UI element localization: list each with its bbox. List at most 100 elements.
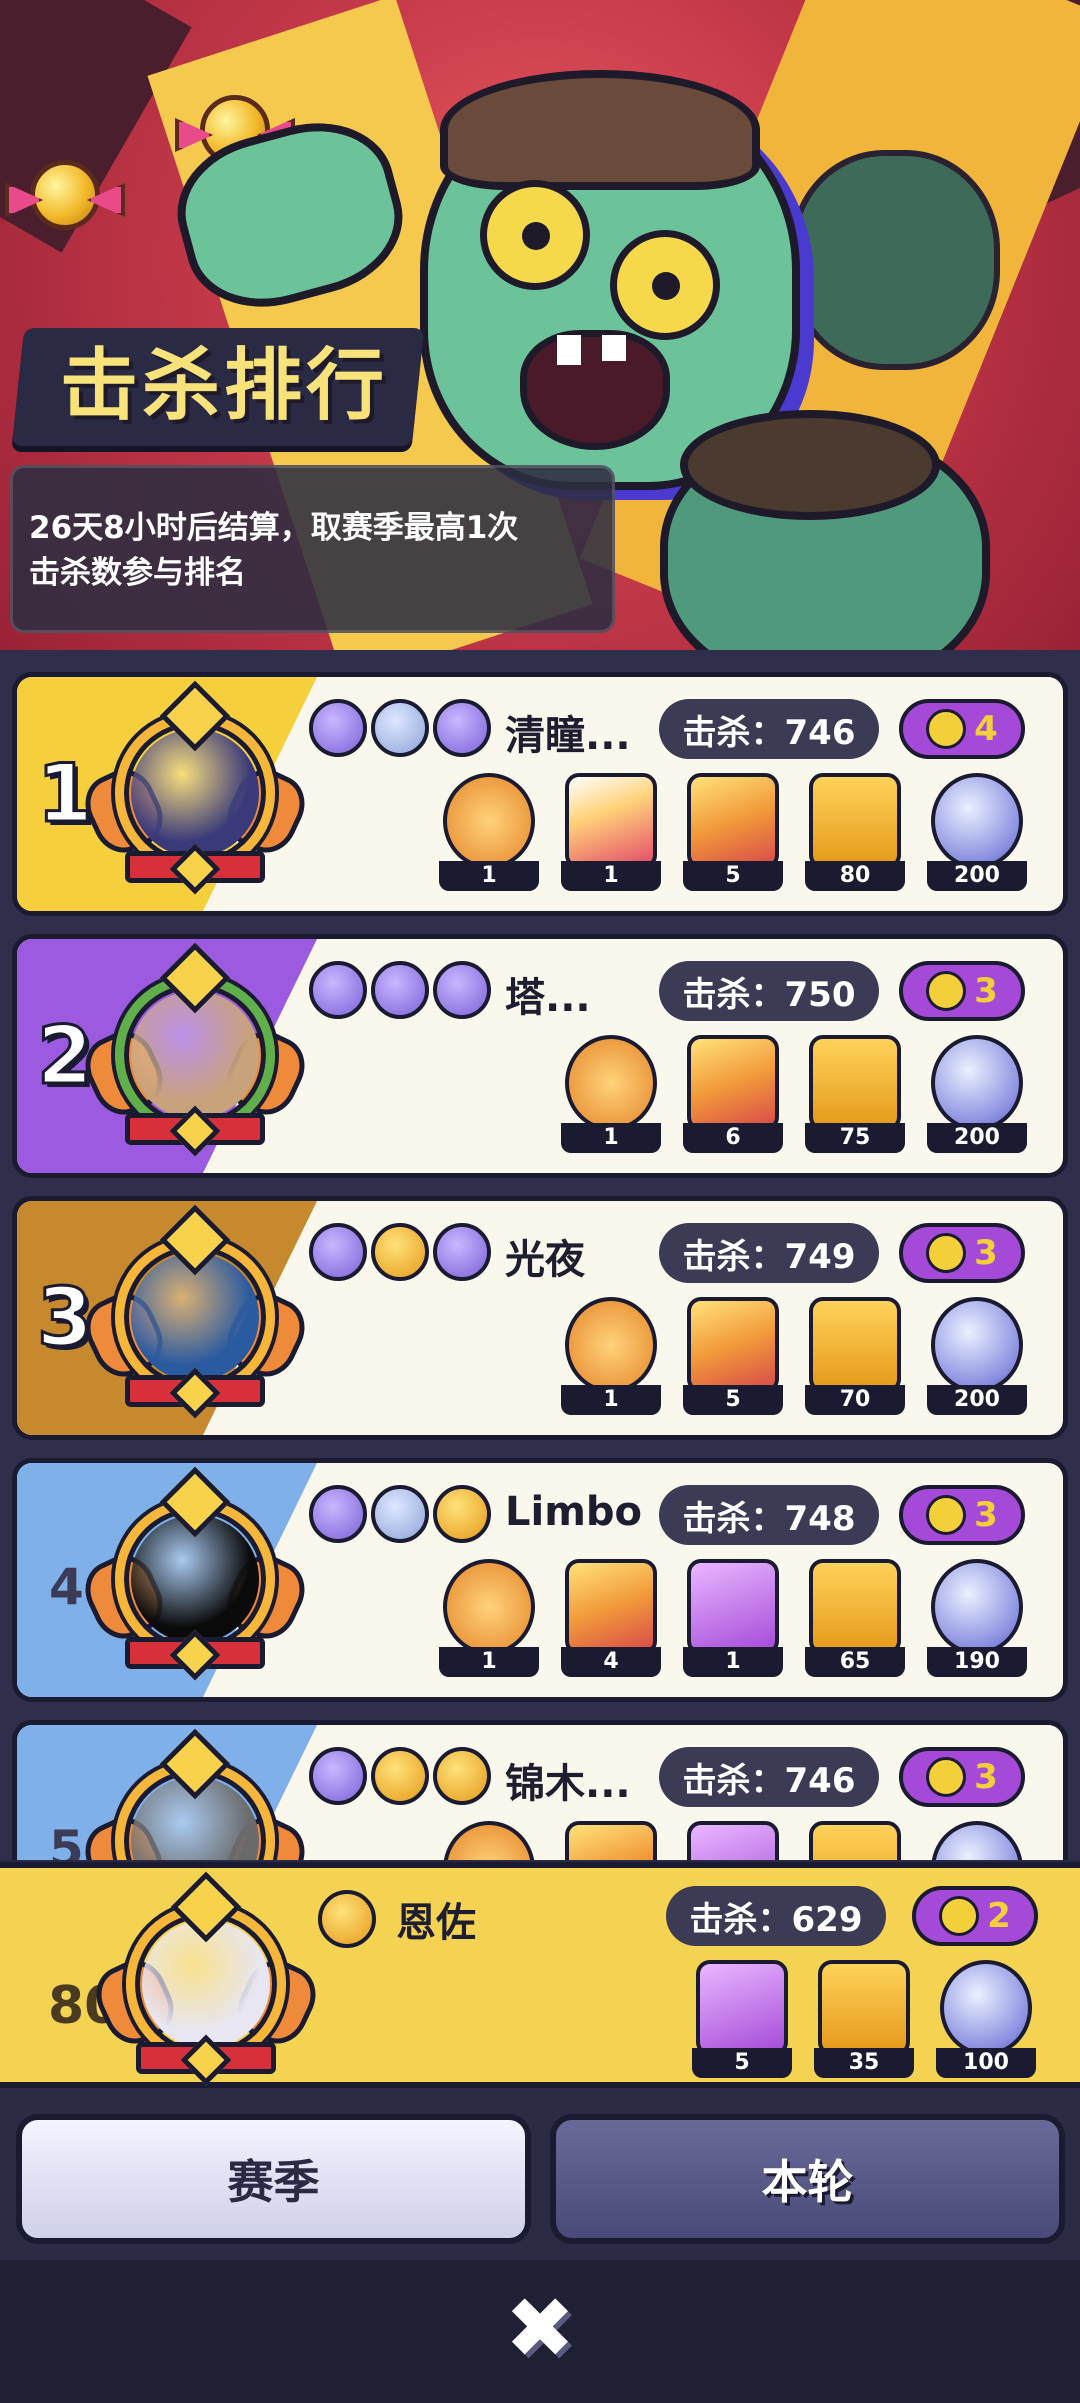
medal-icon[interactable] bbox=[433, 1747, 491, 1805]
tab-bar: 赛季 本轮 bbox=[0, 2094, 1080, 2260]
zombie-hair bbox=[680, 410, 940, 520]
ranking-row[interactable]: 1 清瞳... 击杀：746 4 1 1 5 80 200 bbox=[12, 672, 1068, 916]
avatar-frame[interactable] bbox=[86, 1871, 326, 2086]
reward-item[interactable]: 65 bbox=[805, 1559, 905, 1677]
skull-score-pill: 3 bbox=[899, 1223, 1025, 1283]
frame-icon bbox=[565, 1035, 657, 1131]
ranking-row[interactable]: 2 塔... 击杀：750 3 1 6 75 200 bbox=[12, 934, 1068, 1178]
skull-icon bbox=[939, 1896, 980, 1936]
kill-count: 击杀：749 bbox=[659, 1223, 879, 1283]
tab-season[interactable]: 赛季 bbox=[16, 2114, 531, 2244]
reward-item[interactable]: 35 bbox=[814, 1960, 914, 2078]
medal-icon[interactable] bbox=[318, 1890, 376, 1948]
medal-icon[interactable] bbox=[371, 1485, 429, 1543]
orb-icon bbox=[940, 1960, 1032, 2056]
medal-icon[interactable] bbox=[309, 1485, 367, 1543]
ranking-list[interactable]: 1 清瞳... 击杀：746 4 1 1 5 80 200 2 塔... 击杀：750 3 1 6 75 200… bbox=[0, 650, 1080, 1860]
reward-count: 75 bbox=[805, 1123, 905, 1153]
zombie-eye bbox=[610, 230, 720, 340]
kill-count: 击杀：746 bbox=[659, 1747, 879, 1807]
reward-item[interactable]: 1 bbox=[561, 1035, 661, 1153]
medal-icon[interactable] bbox=[371, 699, 429, 757]
reward-item[interactable] bbox=[805, 1821, 905, 1860]
reward-item[interactable] bbox=[561, 1821, 661, 1860]
reward-item[interactable]: 5 bbox=[683, 773, 783, 891]
reward-item[interactable]: 200 bbox=[927, 1035, 1027, 1153]
reward-item[interactable]: 80 bbox=[805, 773, 905, 891]
avatar-frame[interactable] bbox=[75, 1728, 315, 1860]
reward-list bbox=[439, 1821, 1027, 1860]
badge-list bbox=[309, 1485, 491, 1543]
reward-count: 100 bbox=[936, 2048, 1036, 2078]
reward-count: 200 bbox=[927, 1123, 1027, 1153]
reward-item[interactable]: 70 bbox=[805, 1297, 905, 1415]
reward-item[interactable]: 6 bbox=[683, 1035, 783, 1153]
reward-item[interactable]: 1 bbox=[439, 1559, 539, 1677]
medal-icon[interactable] bbox=[371, 961, 429, 1019]
season-info-box: 26天8小时后结算，取赛季最高1次 击杀数参与排名 bbox=[10, 465, 615, 633]
ranking-row[interactable]: 3 光夜 击杀：749 3 1 5 70 200 bbox=[12, 1196, 1068, 1440]
card2-icon bbox=[565, 1559, 657, 1655]
medal-icon[interactable] bbox=[309, 1747, 367, 1805]
reward-item[interactable]: 1 bbox=[561, 1297, 661, 1415]
banner-shape bbox=[0, 0, 192, 253]
player-name: 锦木... bbox=[505, 1761, 631, 1807]
reward-list: 1 1 5 80 200 bbox=[439, 773, 1027, 891]
reward-count: 80 bbox=[805, 861, 905, 891]
reward-item[interactable] bbox=[927, 1821, 1027, 1860]
avatar-frame[interactable] bbox=[75, 680, 315, 895]
badge-list bbox=[309, 1747, 491, 1805]
avatar-frame[interactable] bbox=[75, 1466, 315, 1681]
reward-item[interactable]: 200 bbox=[927, 773, 1027, 891]
skull-icon bbox=[926, 971, 967, 1011]
reward-item[interactable]: 1 bbox=[683, 1559, 783, 1677]
zombie-eye bbox=[480, 180, 590, 290]
card2-icon bbox=[565, 1821, 657, 1860]
reward-list: 5 35 100 bbox=[692, 1960, 1036, 2078]
medal-icon[interactable] bbox=[433, 1223, 491, 1281]
medal-icon[interactable] bbox=[433, 1485, 491, 1543]
medal-icon[interactable] bbox=[309, 1223, 367, 1281]
rank-number: 1 bbox=[36, 746, 95, 842]
medal-icon[interactable] bbox=[433, 699, 491, 757]
orb-icon bbox=[931, 773, 1023, 869]
skull-score: 3 bbox=[974, 1757, 998, 1797]
reward-item[interactable]: 1 bbox=[561, 773, 661, 891]
medal-icon[interactable] bbox=[433, 961, 491, 1019]
player-name: 光夜 bbox=[505, 1237, 585, 1283]
medal-icon[interactable] bbox=[371, 1223, 429, 1281]
reward-item[interactable]: 100 bbox=[936, 1960, 1036, 2078]
skull-score: 3 bbox=[974, 1233, 998, 1273]
reward-list: 1 5 70 200 bbox=[561, 1297, 1027, 1415]
ranking-row[interactable]: 5 锦木... 击杀：746 3 bbox=[12, 1720, 1068, 1860]
reward-count: 35 bbox=[814, 2048, 914, 2078]
medal-icon[interactable] bbox=[309, 961, 367, 1019]
reward-item[interactable] bbox=[439, 1821, 539, 1860]
medal-icon[interactable] bbox=[309, 699, 367, 757]
tab-round[interactable]: 本轮 bbox=[550, 2114, 1065, 2244]
reward-item[interactable] bbox=[683, 1821, 783, 1860]
self-ranking-row: 80 恩佐 击杀：629 2 5 35 100 bbox=[0, 1862, 1080, 2088]
player-name: 塔... bbox=[505, 975, 591, 1021]
rank-number: 2 bbox=[36, 1008, 95, 1104]
card3-icon bbox=[687, 1821, 779, 1860]
medal-icon[interactable] bbox=[371, 1747, 429, 1805]
ticket-icon bbox=[818, 1960, 910, 2056]
reward-item[interactable]: 1 bbox=[439, 773, 539, 891]
kill-count: 击杀：750 bbox=[659, 961, 879, 1021]
reward-item[interactable]: 4 bbox=[561, 1559, 661, 1677]
reward-item[interactable]: 5 bbox=[692, 1960, 792, 2078]
kill-count: 击杀：748 bbox=[659, 1485, 879, 1545]
avatar-frame[interactable] bbox=[75, 942, 315, 1157]
reward-count: 1 bbox=[439, 1647, 539, 1677]
badge-list bbox=[309, 961, 491, 1019]
reward-item[interactable]: 75 bbox=[805, 1035, 905, 1153]
ranking-row[interactable]: 4 Limbo 击杀：748 3 1 4 1 65 190 bbox=[12, 1458, 1068, 1702]
reward-item[interactable]: 190 bbox=[927, 1559, 1027, 1677]
reward-count: 200 bbox=[927, 1385, 1027, 1415]
skull-score-pill: 3 bbox=[899, 1485, 1025, 1545]
avatar-frame[interactable] bbox=[75, 1204, 315, 1419]
close-icon[interactable]: ✖ bbox=[500, 2286, 580, 2370]
reward-item[interactable]: 200 bbox=[927, 1297, 1027, 1415]
reward-item[interactable]: 5 bbox=[683, 1297, 783, 1415]
